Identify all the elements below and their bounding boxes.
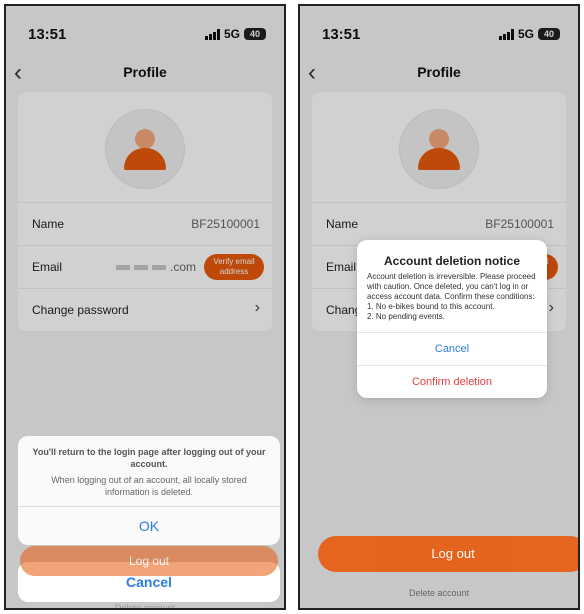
phone-screen-delete: 13:51 5G 40 ‹ Profile Name BF25100001 Em… <box>298 4 580 610</box>
logout-action-sheet: You'll return to the login page after lo… <box>18 436 280 545</box>
delete-account-link[interactable]: Delete account <box>300 588 578 598</box>
logout-button[interactable]: Log out <box>318 536 578 572</box>
logout-button: Log out <box>20 546 278 576</box>
logout-sheet-detail: When logging out of an account, all loca… <box>51 475 247 497</box>
ok-button[interactable]: OK <box>18 506 280 545</box>
alert-condition: 2. No pending events. <box>367 312 445 321</box>
alert-cancel-button[interactable]: Cancel <box>357 332 547 365</box>
account-deletion-alert: Account deletion notice Account deletion… <box>357 240 547 398</box>
alert-title: Account deletion notice <box>383 254 520 268</box>
alert-message: Account deletion is irreversible. Please… <box>367 272 536 301</box>
alert-condition: 1. No e-bikes bound to this account. <box>367 302 495 311</box>
confirm-deletion-button[interactable]: Confirm deletion <box>357 365 547 398</box>
logout-sheet-title: You'll return to the login page after lo… <box>32 447 266 469</box>
delete-account-link: Delete account <box>114 603 176 610</box>
phone-screen-logout: 13:51 5G 40 ‹ Profile Name BF25100001 Em… <box>4 4 286 610</box>
alert-body: Account deletion is irreversible. Please… <box>357 268 547 332</box>
logout-sheet-message: You'll return to the login page after lo… <box>18 436 280 506</box>
